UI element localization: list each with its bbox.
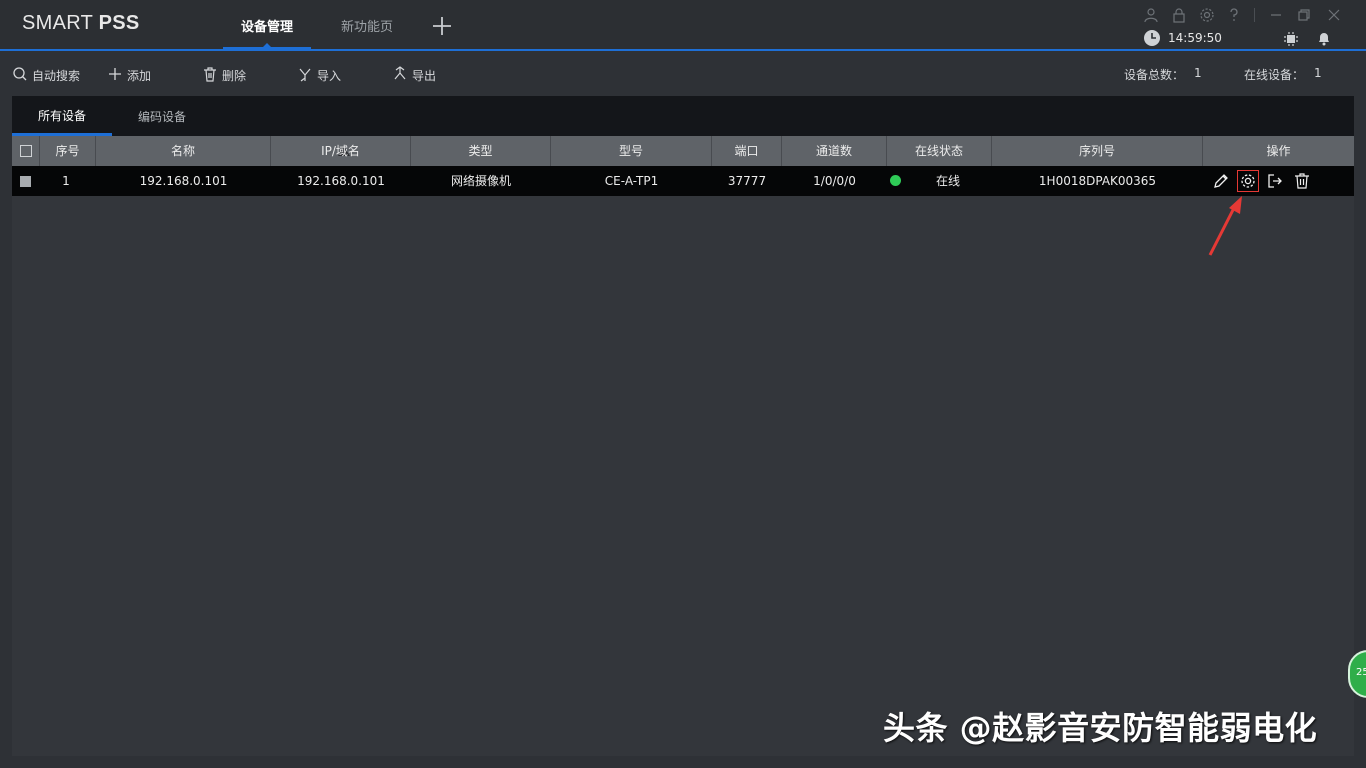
trash-icon bbox=[204, 67, 216, 82]
title-divider bbox=[1254, 8, 1255, 22]
cell-type: 网络摄像机 bbox=[450, 174, 511, 188]
cell-port: 37777 bbox=[727, 174, 767, 188]
cell-serial: 1H0018DPAK00365 bbox=[1038, 174, 1157, 188]
device-subtabs: 所有设备 编码设备 bbox=[12, 96, 1354, 136]
user-icon[interactable] bbox=[1143, 7, 1159, 23]
app-logo: SMART PSS bbox=[22, 12, 140, 35]
export-label: 导出 bbox=[412, 69, 437, 83]
header-port[interactable]: 端口 bbox=[712, 136, 782, 166]
title-accent-line bbox=[0, 49, 1366, 51]
close-icon[interactable] bbox=[1326, 7, 1342, 23]
import-button[interactable]: 导入 bbox=[297, 66, 347, 84]
cell-name: 192.168.0.101 bbox=[139, 174, 228, 188]
table-header: 序号 名称 IP/域名 类型 型号 端口 通道数 在线状态 序列号 操作 bbox=[12, 136, 1354, 166]
header-serial[interactable]: 序列号 bbox=[992, 136, 1203, 166]
header-name-label: 名称 bbox=[170, 144, 195, 158]
header-model[interactable]: 型号 bbox=[551, 136, 712, 166]
delete-row-icon[interactable] bbox=[1293, 172, 1311, 190]
clock: 14:59:50 bbox=[1143, 29, 1243, 47]
minimize-icon[interactable] bbox=[1268, 7, 1284, 23]
cell-channels: 1/0/0/0 bbox=[813, 174, 856, 188]
logout-icon[interactable] bbox=[1266, 172, 1284, 190]
delete-label: 删除 bbox=[222, 69, 247, 83]
cell-ip: 192.168.0.101 bbox=[297, 174, 385, 188]
row-checkbox[interactable] bbox=[20, 176, 31, 187]
online-devices-label: 在线设备： bbox=[1244, 68, 1305, 82]
header-type[interactable]: 类型 bbox=[411, 136, 551, 166]
header-status[interactable]: 在线状态 bbox=[887, 136, 992, 166]
header-select-cell bbox=[12, 136, 40, 166]
device-config-gear-icon[interactable] bbox=[1237, 170, 1259, 192]
cpu-icon[interactable] bbox=[1283, 31, 1299, 47]
online-devices-value: 1 bbox=[1314, 66, 1322, 80]
table-row[interactable]: 1 192.168.0.101 192.168.0.101 网络摄像机 CE-A… bbox=[12, 166, 1354, 196]
import-label: 导入 bbox=[317, 69, 342, 83]
tab-new-feature[interactable]: 新功能页 bbox=[341, 16, 393, 35]
auto-search-label: 自动搜索 bbox=[32, 69, 81, 83]
header-channels[interactable]: 通道数 bbox=[782, 136, 887, 166]
auto-search-button[interactable]: 自动搜索 bbox=[12, 66, 84, 84]
lock-icon[interactable] bbox=[1171, 7, 1187, 23]
tab-all-devices[interactable]: 所有设备 bbox=[38, 107, 86, 124]
plus-icon bbox=[109, 68, 121, 80]
cell-index: 1 bbox=[62, 174, 70, 188]
annotation-arrow bbox=[1208, 196, 1242, 256]
search-icon bbox=[13, 67, 27, 81]
export-icon bbox=[394, 66, 406, 80]
device-total-value: 1 bbox=[1194, 66, 1202, 80]
edit-icon[interactable] bbox=[1212, 172, 1230, 190]
settings-icon[interactable] bbox=[1199, 7, 1215, 23]
logo-prefix: SMART bbox=[22, 12, 93, 34]
device-list-panel: 所有设备 编码设备 序号 名称 IP/域名 类型 型号 端口 通道数 在线状态 … bbox=[12, 96, 1354, 756]
tab-encoding-devices[interactable]: 编码设备 bbox=[138, 108, 186, 125]
add-tab-icon[interactable] bbox=[430, 14, 454, 38]
cell-model: CE-A-TP1 bbox=[604, 174, 659, 188]
badge-number: 25 bbox=[1356, 667, 1366, 678]
toolbar: 自动搜索 添加 删除 导入 导出 设备总数： 1 在线设备： 1 bbox=[0, 56, 1366, 92]
bell-icon[interactable] bbox=[1316, 30, 1332, 46]
import-icon bbox=[299, 68, 311, 82]
restore-icon[interactable] bbox=[1296, 7, 1312, 23]
active-tab-caret bbox=[263, 43, 271, 47]
logo-suffix: PSS bbox=[98, 12, 140, 34]
header-index[interactable]: 序号 bbox=[40, 136, 96, 166]
device-total-label: 设备总数： bbox=[1124, 68, 1185, 82]
clock-time: 14:59:50 bbox=[1168, 31, 1222, 45]
cell-status: 在线 bbox=[935, 174, 960, 188]
export-button[interactable]: 导出 bbox=[392, 66, 442, 84]
select-all-checkbox[interactable] bbox=[20, 145, 32, 157]
add-button[interactable]: 添加 bbox=[107, 66, 157, 84]
delete-button[interactable]: 删除 bbox=[202, 66, 252, 84]
title-bar: SMART PSS 设备管理 新功能页 14:59:50 bbox=[0, 0, 1366, 51]
watermark-text: 头条 @赵影音安防智能弱电化 bbox=[883, 709, 1318, 747]
add-label: 添加 bbox=[127, 69, 152, 83]
header-name[interactable]: 名称 bbox=[96, 136, 350, 166]
clock-icon bbox=[1144, 30, 1160, 46]
header-operations: 操作 bbox=[1266, 144, 1291, 158]
tab-device-management[interactable]: 设备管理 bbox=[241, 16, 293, 35]
help-icon[interactable] bbox=[1226, 7, 1242, 23]
header-ip[interactable]: IP/域名 bbox=[271, 136, 411, 166]
